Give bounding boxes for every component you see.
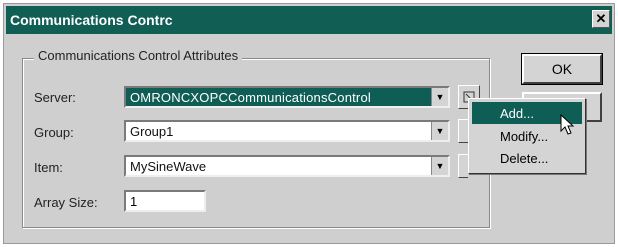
- groupbox-title: Communications Control Attributes: [34, 48, 243, 63]
- ok-button[interactable]: OK: [521, 53, 603, 85]
- item-browse-button[interactable]: [458, 154, 468, 178]
- item-label: Item:: [34, 160, 63, 175]
- server-value: OMRONCXOPCCommunicationsControl: [130, 89, 371, 105]
- array-size-input[interactable]: 1: [124, 190, 206, 212]
- group-value: Group1: [130, 123, 174, 139]
- item-combobox[interactable]: MySineWave ▼: [124, 155, 450, 177]
- array-size-value: 1: [130, 193, 138, 209]
- group-label: Group:: [34, 125, 74, 140]
- menu-item-delete[interactable]: Delete...: [472, 147, 582, 169]
- dialog-title: Communications Contrc: [10, 12, 173, 28]
- array-size-label: Array Size:: [34, 195, 98, 210]
- group-combobox[interactable]: Group1 ▼: [124, 120, 450, 142]
- server-combobox[interactable]: OMRONCXOPCCommunicationsControl ▼: [124, 86, 450, 108]
- title-bar: Communications Contrc ✕: [6, 6, 612, 34]
- close-icon[interactable]: ✕: [592, 10, 610, 28]
- dropdown-arrow-icon[interactable]: ▼: [431, 88, 448, 106]
- mouse-cursor-icon: [560, 114, 575, 135]
- dropdown-arrow-icon[interactable]: ▼: [431, 157, 448, 175]
- server-label: Server:: [34, 90, 76, 105]
- dropdown-arrow-icon[interactable]: ▼: [431, 122, 448, 140]
- item-value: MySineWave: [130, 158, 207, 174]
- context-menu: Add... Modify... Delete...: [468, 98, 586, 174]
- group-browse-button[interactable]: [458, 119, 468, 143]
